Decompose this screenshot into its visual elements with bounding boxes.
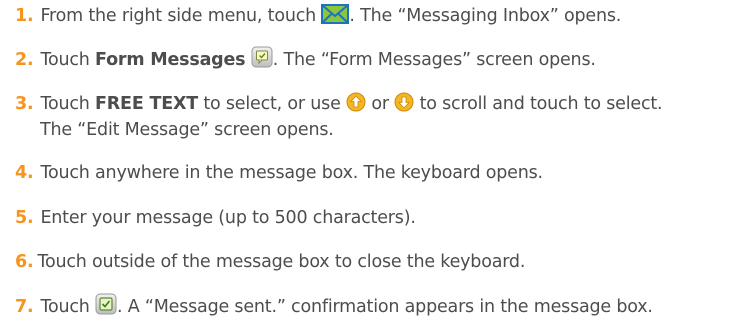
step-6: 6. Touch outside of the message box to cl…	[15, 249, 525, 275]
step-text: Enter your message (up to 500 characters…	[40, 208, 416, 228]
step-2: 2. Touch Form Messages . The “Form Messag…	[15, 46, 596, 73]
step-text-middle: to select, or use	[197, 94, 347, 114]
step-number: 6.	[15, 252, 34, 272]
step-number: 1.	[15, 6, 34, 26]
send-message-icon	[95, 293, 117, 315]
step-text-after: to scroll and touch to select.	[414, 94, 663, 114]
step-7: 7. Touch . A “Message sent.” confirmation…	[15, 293, 653, 320]
step-text: Touch outside of the message box to clos…	[37, 252, 526, 272]
step-5: 5. Enter your message (up to 500 characte…	[15, 205, 416, 231]
step-text: Touch	[40, 50, 96, 70]
step-bold-term: FREE TEXT	[95, 94, 198, 114]
step-text: From the right side menu, touch	[40, 6, 322, 26]
up-arrow-icon	[346, 92, 366, 112]
step-bold-term: Form Messages	[95, 50, 246, 70]
step-text-or: or	[366, 94, 395, 114]
down-arrow-icon	[394, 92, 414, 112]
step-number: 4.	[15, 163, 34, 183]
step-number: 5.	[15, 208, 34, 228]
envelope-icon	[321, 4, 350, 24]
step-number: 3.	[15, 94, 34, 114]
step-3: 3. Touch FREE TEXT to select, or use or t…	[15, 91, 663, 117]
step-text: Touch	[40, 297, 96, 317]
step-number: 7.	[15, 297, 34, 317]
step-3-continuation: The “Edit Message” screen opens.	[40, 117, 334, 143]
form-message-icon	[251, 46, 273, 68]
step-4: 4. Touch anywhere in the message box. The…	[15, 160, 543, 186]
step-text-continuation: The “Edit Message” screen opens.	[40, 120, 334, 140]
step-1: 1. From the right side menu, touch . The …	[15, 3, 621, 29]
step-text: Touch	[40, 94, 96, 114]
step-text: Touch anywhere in the message box. The k…	[40, 163, 543, 183]
step-text-after: . The “Form Messages” screen opens.	[272, 50, 596, 70]
step-number: 2.	[15, 50, 34, 70]
step-text-after: . The “Messaging Inbox” opens.	[349, 6, 622, 26]
step-text-after: . A “Message sent.” confirmation appears…	[117, 297, 653, 317]
